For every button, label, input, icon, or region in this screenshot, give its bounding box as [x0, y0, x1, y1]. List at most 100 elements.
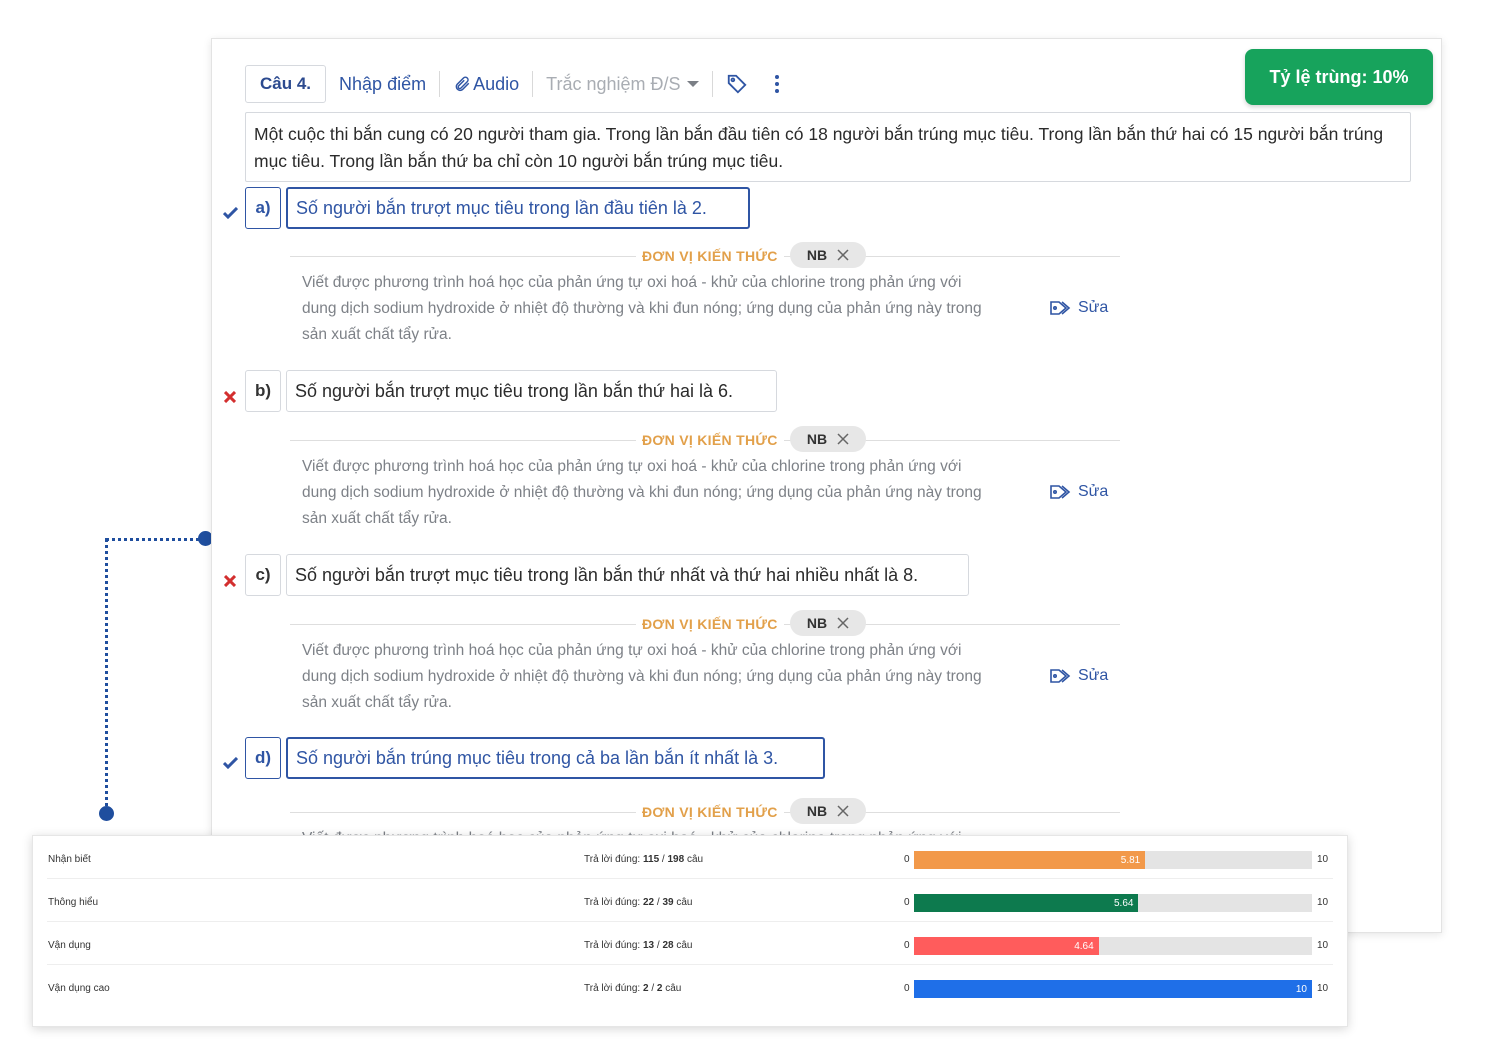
chevron-down-icon — [686, 81, 699, 87]
scale-min: 0 — [904, 940, 910, 951]
edit-knowledge-button[interactable]: Sửa — [1050, 667, 1108, 685]
answers-unit: câu — [686, 854, 704, 865]
edit-label: Sửa — [1078, 299, 1109, 316]
score-value: 5.64 — [1114, 897, 1134, 909]
close-icon[interactable] — [837, 617, 849, 629]
answers-unit: câu — [676, 940, 693, 951]
question-type-dropdown[interactable]: Trắc nghiệm Đ/S — [533, 74, 711, 95]
answers-prefix: Trả lời đúng: — [584, 897, 641, 908]
tag-icon — [727, 74, 747, 94]
stats-row: Thông hiểu Trả lời đúng: 22 / 39 câu 0 5… — [33, 879, 1347, 922]
score-bar-track: 4.64 — [914, 937, 1312, 955]
score-bar-fill: 5.81 — [914, 851, 1146, 869]
edit-knowledge-button[interactable]: Sửa — [1050, 299, 1108, 317]
knowledge-description: Viết được phương trình hoá học của phản … — [302, 270, 1042, 348]
correct-check-icon — [222, 755, 238, 771]
score-bar-track: 5.64 — [914, 894, 1312, 912]
correct-answers-text: Trả lời đúng: 115 / 198 câu — [584, 854, 704, 865]
knowledge-description-line: sản xuất chất tẩy rửa. — [302, 326, 452, 343]
close-icon[interactable] — [837, 805, 849, 817]
knowledge-description-line: Viết được phương trình hoá học của phản … — [302, 274, 962, 291]
more-vertical-icon — [774, 75, 779, 93]
option-d-text[interactable]: Số người bắn trúng mục tiêu trong cả ba … — [286, 737, 825, 779]
answers-prefix: Trả lời đúng: — [584, 983, 641, 994]
knowledge-description: Viết được phương trình hoá học của phản … — [302, 638, 1042, 716]
question-number[interactable]: Câu 4. — [245, 65, 327, 103]
level-name: Thông hiểu — [48, 897, 99, 908]
correct-answers-text: Trả lời đúng: 22 / 39 câu — [584, 897, 693, 908]
scale-min: 0 — [904, 854, 910, 865]
level-name: Nhận biết — [48, 854, 91, 865]
knowledge-description-line: sản xuất chất tẩy rửa. — [302, 694, 452, 711]
score-bar-fill: 10 — [914, 980, 1312, 998]
correct-count: 115 — [643, 854, 660, 865]
score-value: 5.81 — [1120, 854, 1141, 866]
level-chip: NB — [790, 610, 866, 636]
score-bar-track: 5.81 — [914, 851, 1312, 869]
level-name: Vận dụng cao — [48, 983, 110, 994]
option-b-letter[interactable]: b) — [245, 370, 281, 412]
option-a-text[interactable]: Số người bắn trượt mục tiêu trong lần đầ… — [286, 187, 750, 229]
enter-score-link[interactable]: Nhập điểm — [326, 74, 439, 95]
knowledge-unit-label: ĐƠN VỊ KIẾN THỨC — [636, 804, 784, 820]
close-icon[interactable] — [837, 249, 849, 261]
edit-label: Sửa — [1078, 483, 1109, 500]
option-a-letter[interactable]: a) — [245, 187, 281, 229]
edit-label: Sửa — [1078, 667, 1109, 684]
correct-count: 2 — [643, 983, 649, 994]
level-name: Vận dụng — [48, 940, 91, 951]
knowledge-description-line: Viết được phương trình hoá học của phản … — [302, 642, 962, 659]
option-c-letter[interactable]: c) — [245, 554, 281, 596]
level-chip-label: NB — [806, 431, 828, 447]
score-bar-track: 10 — [914, 980, 1312, 998]
scale-max: 10 — [1317, 854, 1329, 865]
connector-vertical — [105, 538, 108, 814]
correct-answers-text: Trả lời đúng: 13 / 28 câu — [584, 940, 693, 951]
option-c-text[interactable]: Số người bắn trượt mục tiêu trong lần bắ… — [286, 554, 969, 596]
knowledge-description-line: sản xuất chất tẩy rửa. — [302, 510, 452, 527]
score-value: 4.64 — [1074, 940, 1094, 952]
paperclip-icon — [455, 76, 470, 92]
knowledge-description-line: dung dịch sodium hydroxide ở nhiệt độ th… — [302, 484, 982, 501]
duplicate-ratio-button[interactable]: Tỷ lệ trùng: 10% — [1245, 49, 1433, 105]
answers-unit: câu — [676, 897, 693, 908]
correct-check-icon — [222, 205, 238, 221]
scale-max: 10 — [1317, 940, 1329, 951]
audio-button[interactable]: Audio — [440, 74, 532, 95]
question-text[interactable]: Một cuộc thi bắn cung có 20 người tham g… — [245, 112, 1411, 182]
edit-knowledge-button[interactable]: Sửa — [1050, 483, 1108, 501]
incorrect-x-icon — [222, 389, 238, 405]
knowledge-description-line: dung dịch sodium hydroxide ở nhiệt độ th… — [302, 668, 982, 685]
knowledge-unit-label: ĐƠN VỊ KIẾN THỨC — [636, 432, 784, 448]
knowledge-unit-label: ĐƠN VỊ KIẾN THỨC — [636, 248, 784, 264]
answers-prefix: Trả lời đúng: — [584, 940, 641, 951]
stats-row: Vận dụng Trả lời đúng: 13 / 28 câu 0 4.6… — [33, 922, 1347, 965]
scale-min: 0 — [904, 983, 910, 994]
stats-row: Nhận biết Trả lời đúng: 115 / 198 câu 0 … — [33, 836, 1347, 879]
question-type-label: Trắc nghiệm Đ/S — [546, 73, 681, 94]
scale-max: 10 — [1317, 983, 1329, 994]
total-count: 39 — [662, 897, 674, 908]
correct-answers-text: Trả lời đúng: 2 / 2 câu — [584, 983, 682, 994]
option-b-text[interactable]: Số người bắn trượt mục tiêu trong lần bắ… — [286, 370, 777, 412]
connector-dot-bottom — [99, 806, 114, 821]
scale-max: 10 — [1317, 897, 1329, 908]
score-bar-fill: 5.64 — [914, 894, 1139, 912]
level-chip-label: NB — [806, 247, 828, 263]
total-count: 28 — [662, 940, 674, 951]
more-options-button[interactable] — [761, 74, 793, 94]
option-d-letter[interactable]: d) — [245, 737, 281, 779]
score-bar-fill: 4.64 — [914, 937, 1099, 955]
total-count: 2 — [656, 983, 663, 994]
question-editor-card: Câu 4. Nhập điểm Audio Trắc nghiệm Đ/S T… — [211, 38, 1442, 933]
knowledge-unit-label: ĐƠN VỊ KIẾN THỨC — [636, 616, 784, 632]
tag-icon — [1050, 669, 1071, 683]
incorrect-x-icon — [222, 573, 238, 589]
scale-min: 0 — [904, 897, 910, 908]
correct-count: 13 — [643, 940, 655, 951]
level-chip-label: NB — [806, 803, 828, 819]
close-icon[interactable] — [837, 433, 849, 445]
tag-icon — [1050, 301, 1071, 315]
tag-button[interactable] — [713, 73, 761, 95]
audio-label: Audio — [473, 73, 520, 94]
